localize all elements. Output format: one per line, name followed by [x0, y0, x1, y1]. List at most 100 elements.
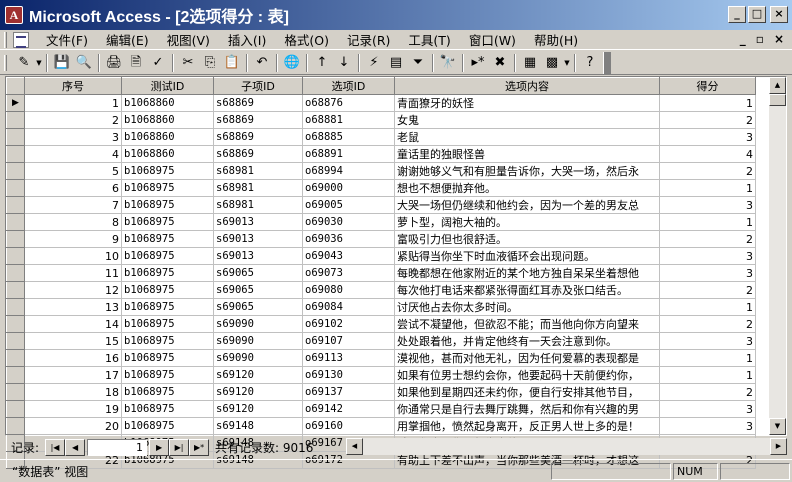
vertical-scrollbar[interactable]: ▲ ▼	[769, 77, 786, 435]
table-cell[interactable]: s69120	[213, 383, 303, 401]
record-selector[interactable]	[6, 400, 25, 418]
table-cell[interactable]: 4	[24, 145, 122, 163]
column-header[interactable]: 得分	[659, 77, 756, 95]
maximize-button[interactable]: □	[748, 6, 766, 23]
column-header[interactable]: 子项ID	[213, 77, 303, 95]
table-cell[interactable]: b1068975	[121, 213, 214, 231]
cut-icon[interactable]: ✂	[177, 53, 199, 73]
record-selector[interactable]	[6, 264, 25, 282]
table-cell[interactable]: o68885	[302, 128, 395, 146]
table-cell[interactable]: 1	[659, 94, 756, 112]
table-row[interactable]: 11 b1068975 s69065 o69073 每晚都想在他家附近的某个地方独自呆呆…	[6, 264, 756, 282]
table-cell[interactable]: 11	[24, 264, 122, 282]
table-row[interactable]: 4 b1068860 s68869 o68891 童话里的独眼怪兽 4	[6, 145, 756, 163]
table-cell[interactable]: s68981	[213, 196, 303, 214]
menu-view[interactable]: 视图(V)	[158, 30, 219, 49]
table-cell[interactable]: s69013	[213, 230, 303, 248]
toolbar-options-handle[interactable]	[603, 51, 611, 74]
previous-record-button[interactable]: ◀	[65, 438, 86, 456]
table-cell[interactable]: b1068975	[121, 298, 214, 316]
table-cell[interactable]: 3	[659, 247, 756, 265]
table-cell[interactable]: b1068975	[121, 417, 214, 435]
table-cell[interactable]: s68869	[213, 128, 303, 146]
new-object-icon[interactable]: ▩	[541, 53, 563, 73]
table-cell[interactable]: s69090	[213, 332, 303, 350]
menu-format[interactable]: 格式(O)	[275, 30, 338, 49]
table-cell[interactable]: 大哭一场但仍继续和他约会，因为一个差的男友总	[394, 196, 660, 214]
table-cell[interactable]: 尝试不凝望他，但欲忍不能；而当他向你方向望来	[394, 315, 660, 333]
next-record-button[interactable]: ▶	[149, 438, 170, 456]
table-cell[interactable]: s69013	[213, 213, 303, 231]
table-cell[interactable]: 2	[659, 383, 756, 401]
table-cell[interactable]: o69084	[302, 298, 395, 316]
record-selector[interactable]	[6, 145, 25, 163]
last-record-button[interactable]: ▶|	[169, 438, 190, 456]
table-row[interactable]: 10 b1068975 s69013 o69043 紧贴得当你坐下时血液循环会出现问题。…	[6, 247, 756, 265]
table-cell[interactable]: b1068975	[121, 247, 214, 265]
menu-edit[interactable]: 编辑(E)	[97, 30, 158, 49]
record-selector[interactable]: ▶	[6, 94, 25, 112]
table-row[interactable]: 5 b1068975 s68981 o68994 谢谢她够义气和有胆量告诉你，大哭一场，…	[6, 162, 756, 180]
find-icon[interactable]: 🔭	[437, 53, 459, 73]
toolbar-grip[interactable]	[4, 54, 7, 71]
table-cell[interactable]: o69113	[302, 349, 395, 367]
table-row[interactable]: 20 b1068975 s69148 o69160 用掌掴他，愤然起身离开，反正男人世上…	[6, 417, 756, 435]
table-cell[interactable]: o69130	[302, 366, 395, 384]
table-cell[interactable]: 女鬼	[394, 111, 660, 129]
table-cell[interactable]: 每次他打电话来都紧张得面红耳赤及张口结舌。	[394, 281, 660, 299]
table-cell[interactable]: 2	[659, 111, 756, 129]
scroll-left-button[interactable]: ◀	[346, 438, 363, 455]
record-selector[interactable]	[6, 298, 25, 316]
table-row[interactable]: 15 b1068975 s69090 o69107 处处跟着他，并肯定他终有一天会注意到…	[6, 332, 756, 350]
record-selector[interactable]	[6, 179, 25, 197]
table-cell[interactable]: 3	[659, 264, 756, 282]
access-app-icon[interactable]: A	[5, 6, 23, 24]
table-cell[interactable]: 10	[24, 247, 122, 265]
table-cell[interactable]: 老鼠	[394, 128, 660, 146]
menu-window[interactable]: 窗口(W)	[460, 30, 525, 49]
table-cell[interactable]: 3	[659, 417, 756, 435]
print-preview-icon[interactable]: 🗎	[125, 53, 147, 73]
table-cell[interactable]: b1068975	[121, 162, 214, 180]
table-cell[interactable]: o69036	[302, 230, 395, 248]
table-cell[interactable]: 19	[24, 400, 122, 418]
table-cell[interactable]: 每晚都想在他家附近的某个地方独自呆呆坐着想他	[394, 264, 660, 282]
table-cell[interactable]: 12	[24, 281, 122, 299]
table-cell[interactable]: o69102	[302, 315, 395, 333]
record-selector[interactable]	[6, 128, 25, 146]
paste-icon[interactable]: 📋	[221, 53, 243, 73]
save-icon[interactable]: 💾	[51, 53, 73, 73]
record-selector[interactable]	[6, 196, 25, 214]
table-cell[interactable]: o68994	[302, 162, 395, 180]
horizontal-scrollbar[interactable]: ◀ ▶	[346, 438, 787, 455]
document-restore-button[interactable]: ▫	[756, 32, 764, 46]
table-cell[interactable]: s68869	[213, 111, 303, 129]
table-cell[interactable]: s69120	[213, 366, 303, 384]
table-row[interactable]: 16 b1068975 s69090 o69113 漠视他，甚而对他无礼，因为任何爱慕的…	[6, 349, 756, 367]
table-cell[interactable]: o69080	[302, 281, 395, 299]
table-row[interactable]: 13 b1068975 s69065 o69084 讨厌他占去你太多时间。 1	[6, 298, 756, 316]
spelling-icon[interactable]: ✓	[147, 53, 169, 73]
table-cell[interactable]: b1068860	[121, 111, 214, 129]
table-cell[interactable]: 你通常只是自行去舞厅跳舞，然后和你有兴趣的男	[394, 400, 660, 418]
table-cell[interactable]: 3	[659, 128, 756, 146]
scroll-down-button[interactable]: ▼	[769, 418, 786, 435]
table-row[interactable]: 17 b1068975 s69120 o69130 如果有位男士想约会你，他要起码十天前…	[6, 366, 756, 384]
menu-grip[interactable]	[4, 31, 7, 48]
table-cell[interactable]: 8	[24, 213, 122, 231]
scroll-right-button[interactable]: ▶	[770, 438, 787, 455]
new-object-dropdown-arrow[interactable]: ▼	[563, 59, 571, 67]
table-row[interactable]: 6 b1068975 s68981 o69000 想也不想便抛弃他。 1	[6, 179, 756, 197]
table-cell[interactable]: 2	[659, 162, 756, 180]
table-cell[interactable]: 童话里的独眼怪兽	[394, 145, 660, 163]
undo-icon[interactable]: ↶	[251, 53, 273, 73]
table-cell[interactable]: b1068975	[121, 315, 214, 333]
table-cell[interactable]: b1068975	[121, 230, 214, 248]
column-header[interactable]: 序号	[24, 77, 122, 95]
table-cell[interactable]: o68876	[302, 94, 395, 112]
table-cell[interactable]: o69005	[302, 196, 395, 214]
table-window-icon[interactable]	[13, 31, 29, 48]
record-selector[interactable]	[6, 213, 25, 231]
help-icon[interactable]: ?	[579, 53, 601, 73]
minimize-button[interactable]: _	[728, 6, 746, 23]
